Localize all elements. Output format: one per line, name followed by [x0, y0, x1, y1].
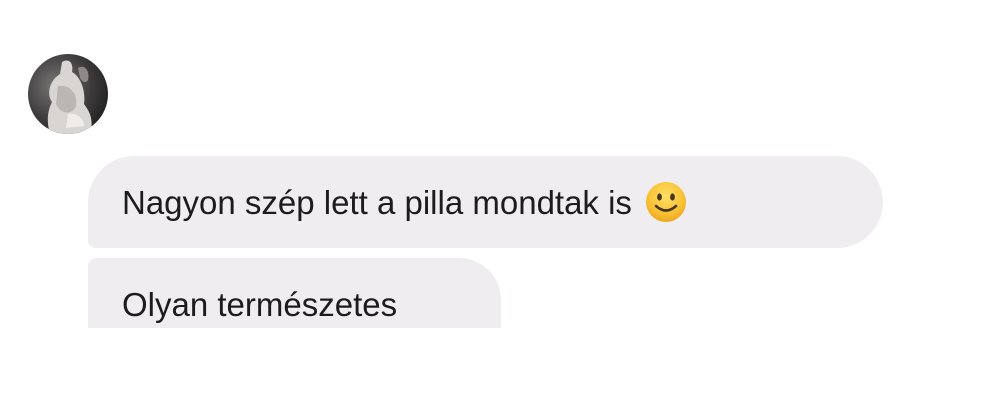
- message-bubble[interactable]: Olyan természetes: [88, 258, 501, 328]
- message-bubble[interactable]: Nagyon szép lett a pilla mondtak is: [88, 156, 883, 248]
- message-text: Olyan természetes: [122, 286, 398, 323]
- slightly-smiling-face-icon: [644, 180, 688, 224]
- avatar-photo: [28, 54, 108, 134]
- sender-avatar[interactable]: [28, 54, 108, 134]
- message-text: Nagyon szép lett a pilla mondtak is: [122, 183, 632, 221]
